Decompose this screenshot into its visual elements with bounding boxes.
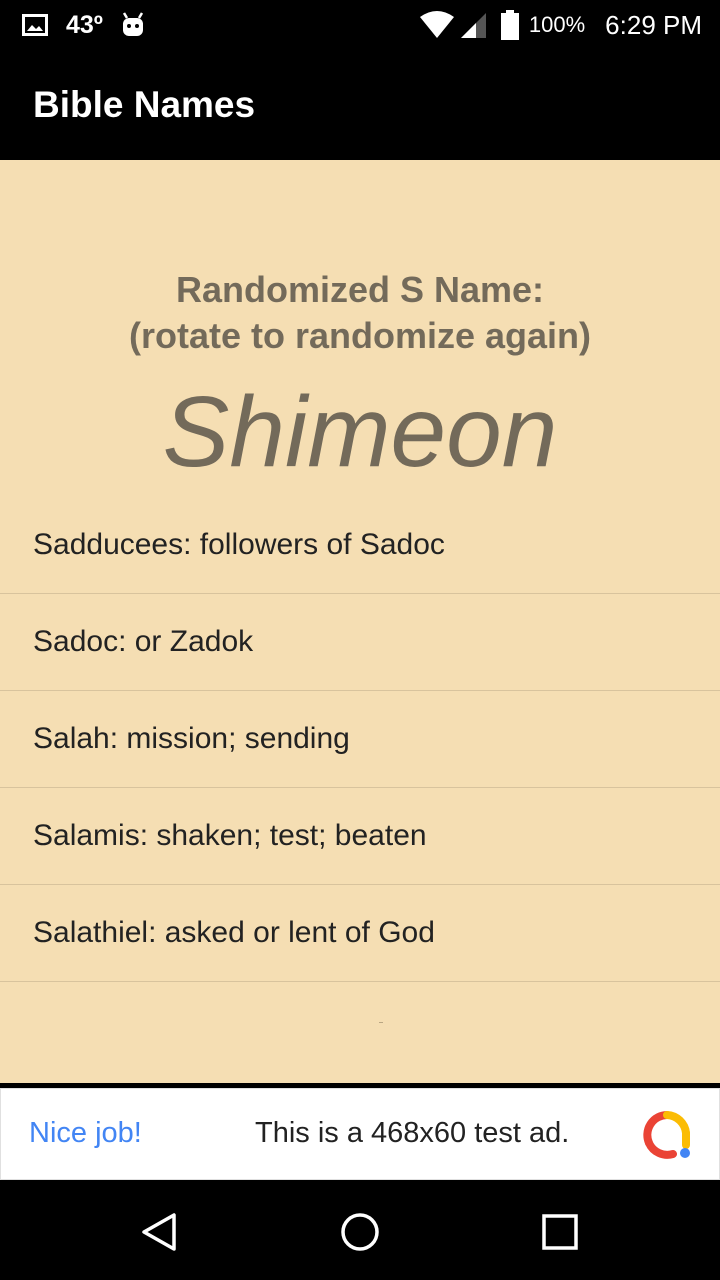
heading-line-1: Randomized S Name:: [175, 269, 545, 310]
main-content[interactable]: Randomized S Name: (rotate to randomize …: [0, 160, 720, 1085]
home-icon[interactable]: [338, 1210, 382, 1254]
status-bar: 43º 100% 6:29 PM: [0, 0, 720, 50]
ad-text[interactable]: This is a 468x60 test ad.: [255, 1117, 569, 1150]
temperature: 43º: [66, 10, 103, 39]
ad-label[interactable]: Nice job!: [29, 1117, 142, 1150]
names-list[interactable]: Sadducees: followers of Sadoc Sadoc: or …: [0, 497, 720, 982]
cell-signal-icon: [459, 11, 487, 39]
image-icon: [22, 14, 48, 36]
list-item[interactable]: Sadducees: followers of Sadoc: [0, 497, 720, 594]
android-icon: [121, 12, 145, 38]
clock: 6:29 PM: [605, 9, 702, 40]
back-icon[interactable]: [138, 1210, 182, 1254]
list-item[interactable]: Salathiel: asked or lent of God: [0, 885, 720, 982]
adchoices-logo-icon[interactable]: [643, 1111, 691, 1159]
heading-line-2: (rotate to randomize again): [128, 315, 592, 356]
list-item[interactable]: Salamis: shaken; test; beaten: [0, 788, 720, 885]
wifi-icon: [419, 11, 455, 39]
random-name: Shimeon: [162, 376, 558, 488]
status-bar-left: 43º: [22, 0, 145, 50]
status-bar-right: 100% 6:29 PM: [419, 0, 702, 50]
list-item[interactable]: Salah: mission; sending: [0, 691, 720, 788]
navigation-bar: [0, 1180, 720, 1280]
randomized-heading: Randomized S Name: (rotate to randomize …: [0, 267, 720, 359]
app-bar: Bible Names: [0, 50, 720, 160]
battery-percent: 100%: [528, 12, 586, 37]
battery-icon: [500, 10, 519, 40]
ad-banner[interactable]: Nice job! This is a 468x60 test ad.: [0, 1088, 720, 1180]
app-title: Bible Names: [33, 84, 256, 125]
recents-icon[interactable]: [538, 1210, 582, 1254]
list-item[interactable]: Sadoc: or Zadok: [0, 594, 720, 691]
scroll-indicator: [379, 1022, 383, 1023]
